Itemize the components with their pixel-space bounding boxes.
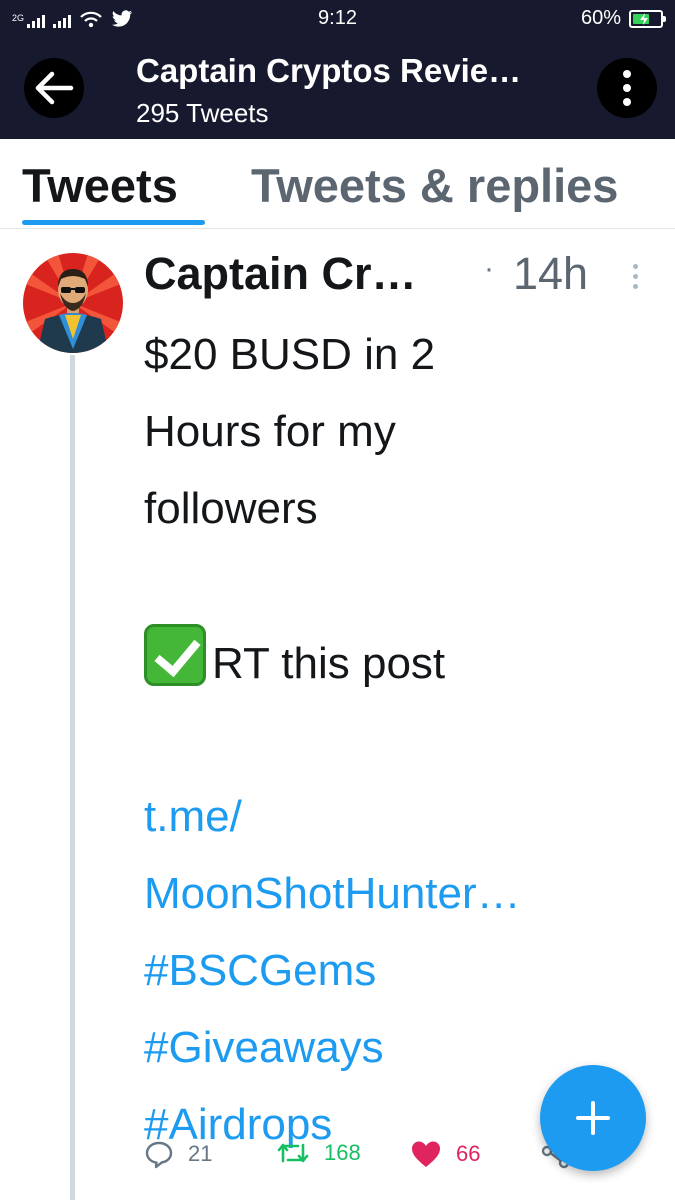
tweet-timestamp[interactable]: 14h	[513, 248, 588, 300]
thread-line	[70, 355, 75, 1200]
reply-icon	[145, 1141, 173, 1169]
active-tab-indicator	[22, 220, 205, 225]
retweet-button[interactable]: 168	[276, 1139, 361, 1167]
avatar[interactable]	[23, 253, 123, 353]
tab-tweets[interactable]: Tweets	[22, 158, 178, 213]
profile-title: Captain Cryptos Revie…	[136, 52, 522, 89]
app-header: Captain Cryptos Revie… 295 Tweets	[0, 36, 675, 139]
battery-percent: 60%	[580, 7, 621, 29]
superhero-avatar-icon	[23, 253, 123, 353]
profile-tabs: Tweets Tweets & replies	[0, 139, 675, 229]
more-options-button[interactable]	[597, 58, 657, 118]
back-button[interactable]	[24, 58, 84, 118]
more-vertical-icon	[633, 264, 638, 269]
tweet-text-line: Hours for my	[144, 407, 396, 456]
battery-charging-icon	[629, 9, 666, 28]
tweet-separator-dot: ·	[484, 252, 494, 285]
tweet-text-line: $20 BUSD in 2	[144, 330, 436, 379]
more-vertical-icon	[623, 70, 631, 78]
tab-tweets-and-replies[interactable]: Tweets & replies	[251, 158, 618, 213]
tweet-link-telegram[interactable]: t.me/	[144, 778, 664, 855]
compose-tweet-button[interactable]	[540, 1065, 646, 1171]
status-bar: 2G 9:12 60%	[0, 0, 675, 36]
status-time: 9:12	[318, 7, 357, 29]
reply-button[interactable]: 21	[144, 1139, 212, 1169]
check-mark-button-emoji	[144, 624, 206, 686]
tweet-link-telegram-path[interactable]: MoonShotHunter…	[144, 855, 664, 932]
tweet-text-line: RT this post	[144, 624, 664, 701]
like-count: 66	[456, 1141, 481, 1166]
tweet-text-rt: RT this post	[212, 639, 446, 688]
retweet-icon	[277, 1143, 309, 1163]
tweet-text: $20 BUSD in 2 Hours for my followers RT …	[144, 316, 664, 1163]
tweet-more-button[interactable]	[633, 264, 638, 289]
hashtag-bscgems[interactable]: #BSCGems	[144, 932, 664, 1009]
tweet-count: 295 Tweets	[136, 98, 269, 128]
heart-icon	[412, 1141, 440, 1167]
plus-icon	[576, 1101, 610, 1135]
retweet-count: 168	[324, 1140, 361, 1165]
battery-level	[633, 12, 649, 25]
status-icons-right: 60%	[580, 7, 666, 30]
back-arrow-icon	[35, 71, 74, 105]
reply-count: 21	[188, 1141, 213, 1166]
tweet-text-line: followers	[144, 484, 318, 533]
tweet-author-name[interactable]: Captain Cr…	[144, 248, 417, 300]
like-button[interactable]: 66	[410, 1139, 480, 1169]
